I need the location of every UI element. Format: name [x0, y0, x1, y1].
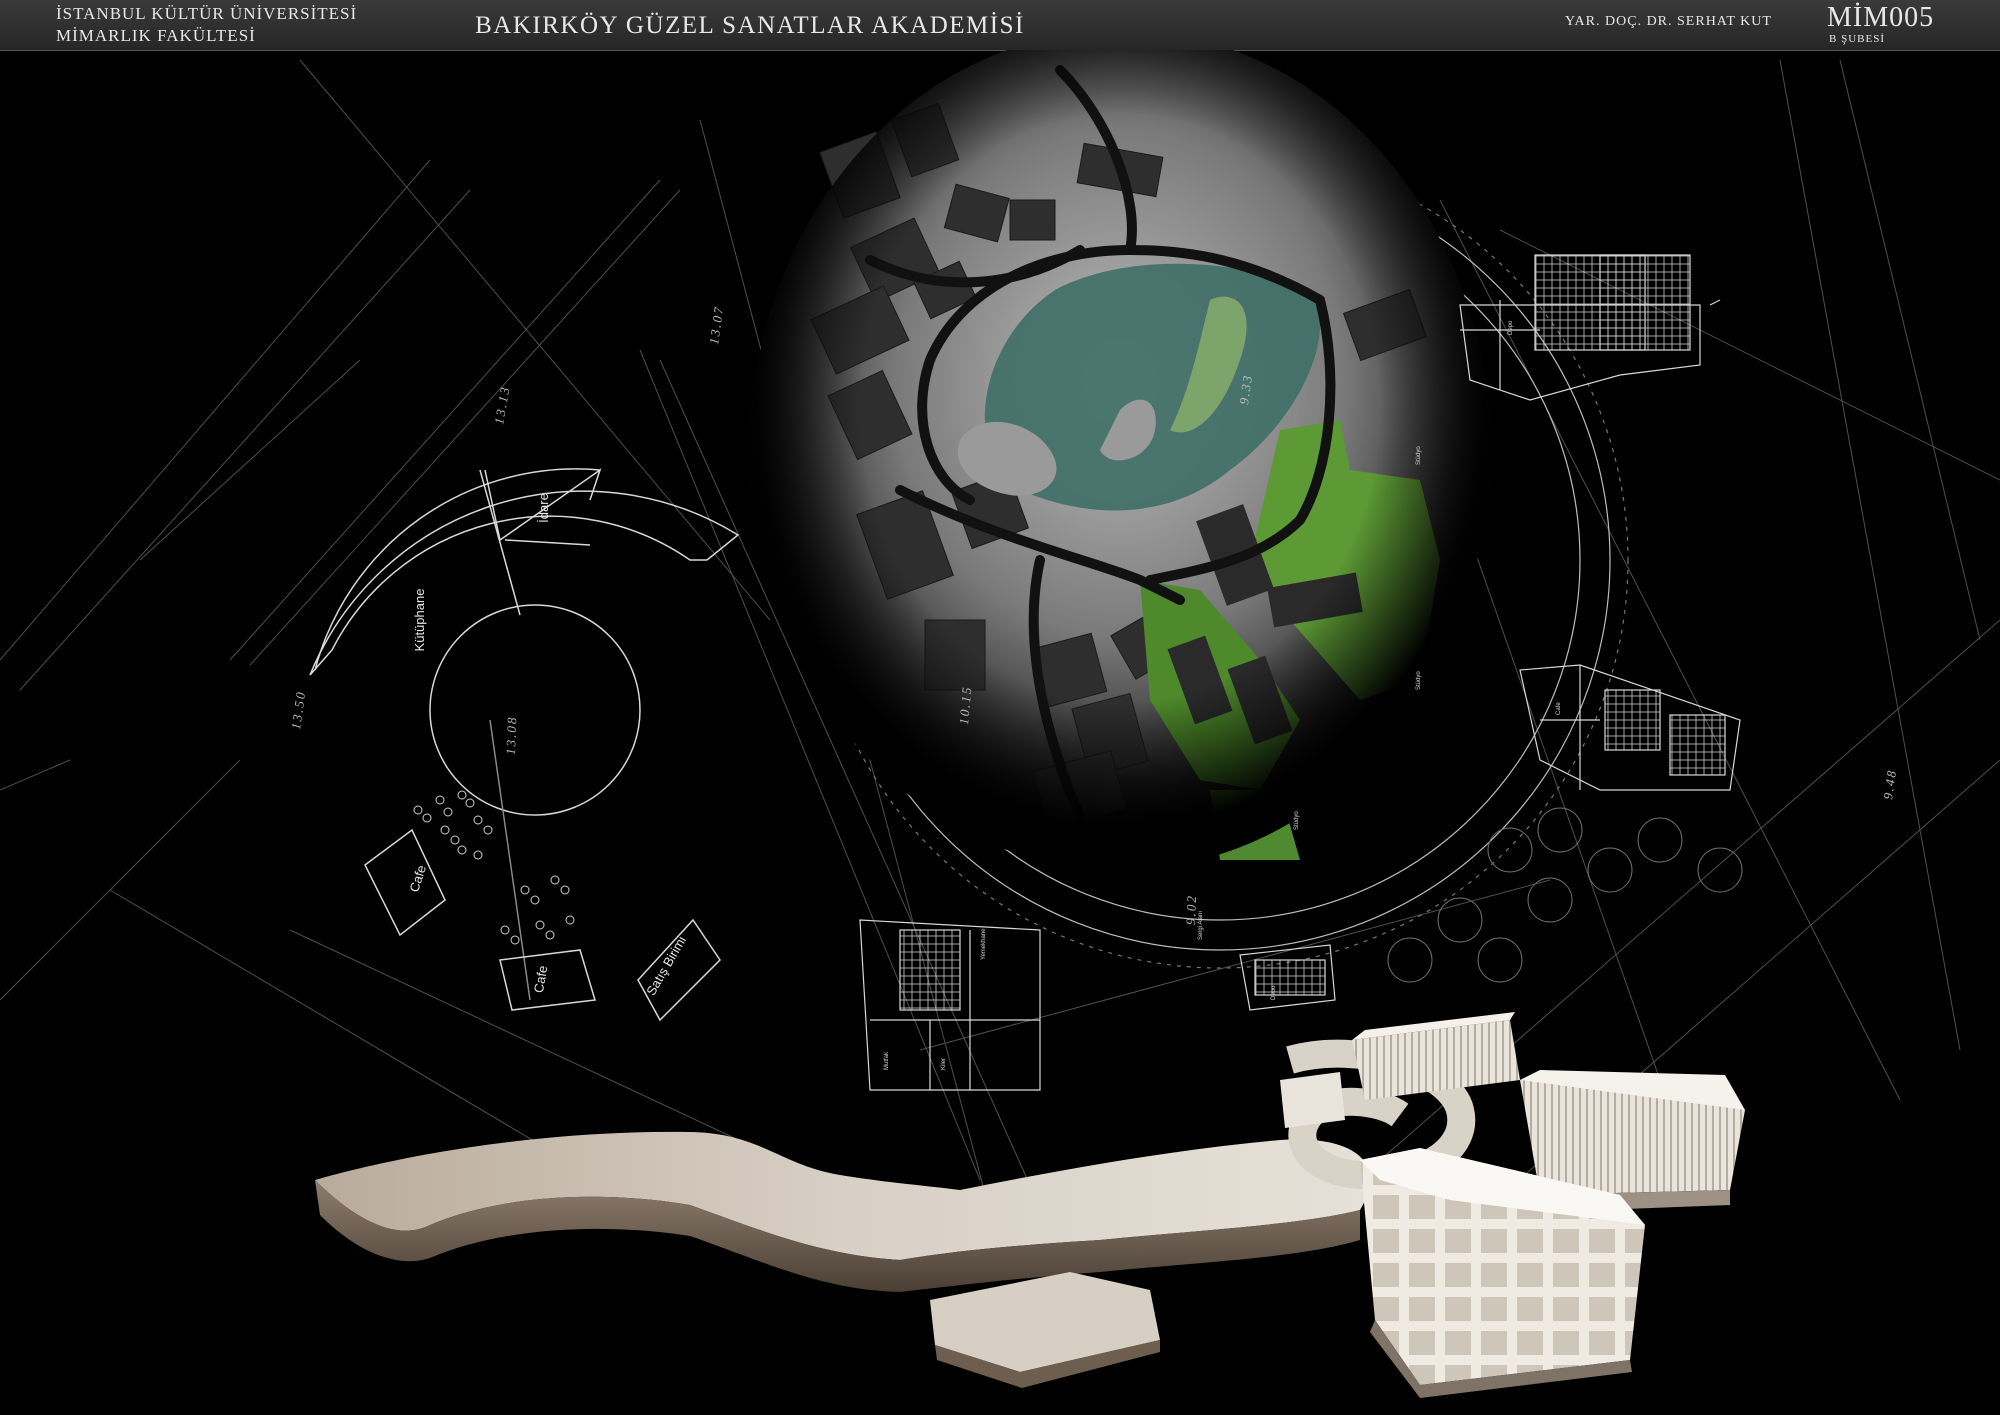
small-label-sergi: Sergi Alanı [1198, 911, 1204, 940]
small-label-studyo-3: Stüdyo [1294, 811, 1300, 830]
small-label-kiler: Kiler [941, 1058, 947, 1070]
small-label-studyo-2: Stüdyo [1416, 671, 1422, 690]
room-label-kutuphane: Kütüphane [412, 589, 427, 652]
project-title: BAKIRKÖY GÜZEL SANATLAR AKADEMİSİ [475, 12, 1025, 39]
room-label-satis: Satış Birimi [643, 933, 689, 998]
small-label-yemekhane: Yemekhane [981, 928, 987, 960]
instructor-name: YAR. DOÇ. DR. SERHAT KUT [1565, 14, 1772, 29]
small-label-cafe: Cafe [1556, 702, 1562, 715]
presentation-plate: Kütüphane İdare Cafe Cafe Satış Birimi D… [0, 50, 2000, 1398]
small-label-studyo-1: Stüdyo [1416, 446, 1422, 465]
dim-1307: 13.07 [706, 304, 726, 345]
room-label-idare: İdare [536, 493, 551, 523]
dim-948: 9.48 [1880, 768, 1899, 801]
small-label-depo-2: Depo [1271, 985, 1277, 1000]
site-plan-aerial [750, 50, 1490, 870]
small-label-depo: Depo [1508, 320, 1514, 335]
south-wing-plan [859, 919, 1336, 1091]
dim-1308: 13.08 [503, 715, 519, 755]
title-bar: İSTANBUL KÜLTÜR ÜNİVERSİTESİ MİMARLIK FA… [0, 0, 2000, 51]
dim-902: 9.02 [1183, 894, 1199, 925]
north-wing-plan [1459, 254, 1721, 401]
course-code: MİM005 [1827, 2, 1935, 33]
dim-1313: 13.13 [491, 384, 513, 425]
small-label-mutfak: Mutfak [884, 1051, 890, 1070]
dim-1350: 13.50 [288, 689, 308, 730]
course-section: B ŞUBESİ [1829, 33, 1885, 45]
room-label-cafe-1: Cafe [406, 863, 429, 894]
east-wing-plan [1519, 664, 1741, 791]
room-label-cafe-2: Cafe [531, 964, 551, 994]
garden-circles [1387, 807, 1743, 983]
physical-model [315, 1012, 1745, 1398]
